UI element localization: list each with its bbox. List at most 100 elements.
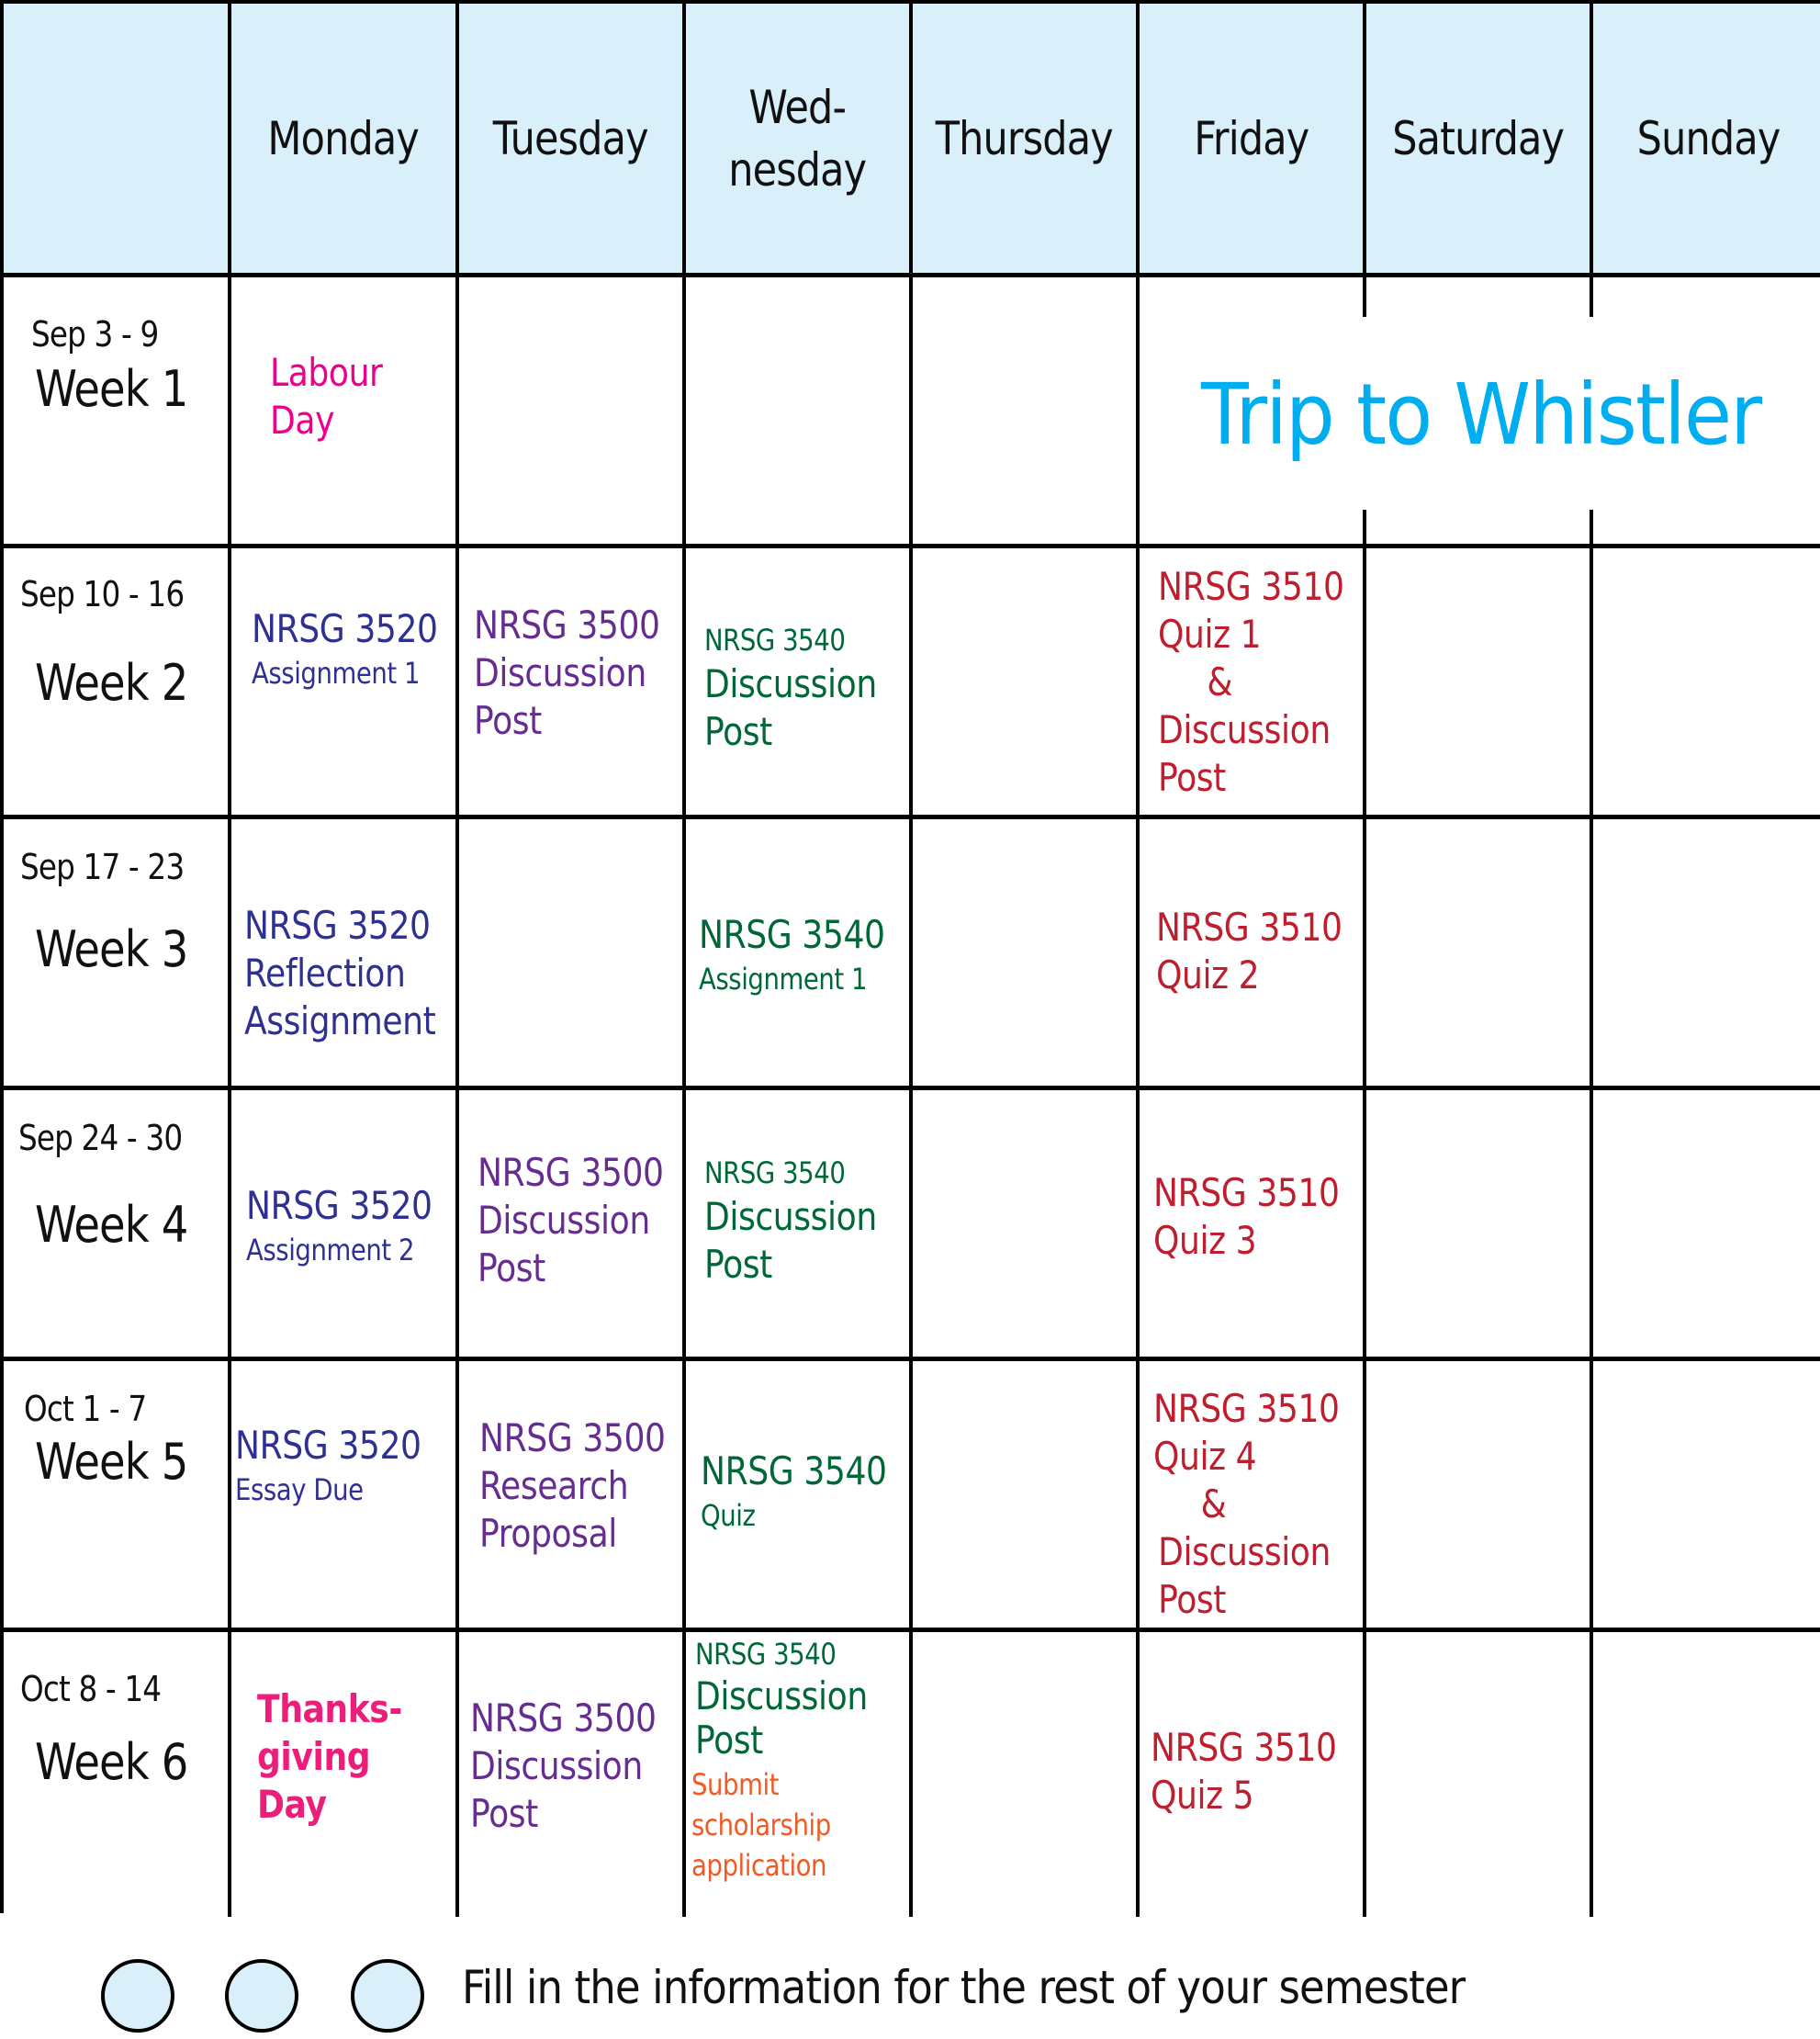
day-cell-saturday[interactable]: [1366, 1632, 1593, 1917]
day-cell-wednesday[interactable]: NRSG 3540 Discussion Post: [686, 548, 913, 819]
instruction-text: Fill in the information for the rest of …: [462, 1961, 1466, 2014]
day-cell-thursday[interactable]: [913, 1632, 1140, 1917]
day-cell-friday[interactable]: NRSG 3510 Quiz 5: [1140, 1632, 1366, 1917]
day-cell-monday[interactable]: NRSG 3520 Reflection Assignment: [231, 819, 459, 1090]
header-thursday: Thursday: [913, 4, 1140, 277]
day-label: Monday: [267, 111, 420, 165]
day-cell-saturday[interactable]: [1366, 819, 1593, 1090]
day-cell-monday[interactable]: Thanks- giving Day: [231, 1632, 459, 1917]
day-cell-wednesday[interactable]: NRSG 3540 Discussion Post Submit scholar…: [686, 1632, 913, 1917]
day-cell-tuesday[interactable]: NRSG 3500 Research Proposal: [459, 1361, 686, 1632]
course-entry-nrsg-3540: NRSG 3540 Quiz: [701, 1448, 887, 1533]
course-entry-nrsg-3540: NRSG 3540 Discussion Post: [704, 623, 877, 754]
week-dates: Sep 24 - 30: [18, 1118, 183, 1158]
week-name: Week 6: [35, 1733, 188, 1791]
footer: Fill in the information for the rest of …: [0, 1913, 1820, 2039]
header-sunday: Sunday: [1593, 4, 1820, 277]
scholarship-entry: Submit scholarship application: [691, 1767, 831, 1883]
day-cell-monday[interactable]: NRSG 3520 Essay Due: [231, 1361, 459, 1632]
day-cell-saturday[interactable]: [1366, 1361, 1593, 1632]
day-label: Wed- nesday: [728, 80, 867, 197]
course-entry-nrsg-3540: NRSG 3540 Discussion Post: [695, 1637, 868, 1763]
course-entry-nrsg-3540: NRSG 3540 Assignment 1: [699, 912, 885, 997]
day-cell-friday[interactable]: NRSG 3510 Quiz 4 & Discussion Post: [1140, 1361, 1366, 1632]
day-cell-sunday[interactable]: [1593, 819, 1820, 1090]
day-label: Friday: [1193, 111, 1309, 165]
day-cell-monday[interactable]: NRSG 3520 Assignment 1: [231, 548, 459, 819]
course-entry-nrsg-3510: NRSG 3510 Quiz 2: [1156, 905, 1343, 997]
trip-to-whistler-event: Trip to Whistler: [1201, 366, 1762, 464]
day-cell-wednesday[interactable]: NRSG 3540 Assignment 1: [686, 819, 913, 1090]
week-label-cell: Sep 24 - 30 Week 4: [4, 1090, 231, 1361]
header-saturday: Saturday: [1366, 4, 1593, 277]
legend-circle-icon: [101, 1959, 174, 2033]
week-dates: Sep 10 - 16: [20, 574, 185, 614]
week-name: Week 4: [35, 1196, 188, 1254]
day-cell-sunday[interactable]: [1593, 1090, 1820, 1361]
course-entry-nrsg-3520: NRSG 3520 Assignment 1: [252, 606, 438, 691]
day-label: Tuesday: [493, 111, 649, 165]
header-monday: Monday: [231, 4, 459, 277]
header-wednesday: Wed- nesday: [686, 4, 913, 277]
day-cell-tuesday[interactable]: NRSG 3500 Discussion Post: [459, 1632, 686, 1917]
header-corner: [4, 4, 231, 277]
week-name: Week 3: [35, 920, 188, 978]
day-cell-sunday[interactable]: [1593, 1361, 1820, 1632]
week-label-cell: Sep 3 - 9 Week 1: [4, 277, 231, 548]
week-name: Week 5: [35, 1433, 188, 1491]
course-entry-nrsg-3510: NRSG 3510 Quiz 1 & Discussion Post: [1158, 564, 1344, 800]
day-cell-tuesday[interactable]: NRSG 3500 Discussion Post: [459, 1090, 686, 1361]
day-cell-monday[interactable]: NRSG 3520 Assignment 2: [231, 1090, 459, 1361]
day-cell-tuesday[interactable]: [459, 277, 686, 548]
course-entry-nrsg-3500: NRSG 3500 Discussion Post: [470, 1695, 657, 1836]
semester-calendar: Monday Tuesday Wed- nesday Thursday Frid…: [0, 0, 1820, 1917]
day-cell-friday[interactable]: NRSG 3510 Quiz 3: [1140, 1090, 1366, 1361]
day-cell-thursday[interactable]: [913, 1090, 1140, 1361]
header-friday: Friday: [1140, 4, 1366, 277]
day-label: Sunday: [1636, 111, 1781, 165]
week-label-cell: Oct 8 - 14 Week 6: [4, 1632, 231, 1917]
day-cell-sunday[interactable]: [1593, 548, 1820, 819]
week-name: Week 2: [35, 654, 188, 712]
day-cell-monday[interactable]: Labour Day: [231, 277, 459, 548]
course-entry-nrsg-3510: NRSG 3510 Quiz 3: [1153, 1170, 1340, 1263]
day-cell-friday[interactable]: NRSG 3510 Quiz 1 & Discussion Post: [1140, 548, 1366, 819]
day-label: Thursday: [935, 111, 1114, 165]
week-label-cell: Sep 17 - 23 Week 3: [4, 819, 231, 1090]
day-label: Saturday: [1392, 111, 1565, 165]
course-entry-nrsg-3510: NRSG 3510 Quiz 4 & Discussion Post: [1153, 1386, 1340, 1622]
week-label-cell: Sep 10 - 16 Week 2: [4, 548, 231, 819]
day-cell-thursday[interactable]: [913, 548, 1140, 819]
week-name: Week 1: [35, 360, 188, 418]
week-dates: Sep 3 - 9: [31, 314, 159, 355]
day-cell-sunday[interactable]: [1593, 1632, 1820, 1917]
course-entry-nrsg-3520: NRSG 3520 Assignment 2: [246, 1183, 433, 1267]
legend-circle-icon: [351, 1959, 424, 2033]
day-cell-thursday[interactable]: [913, 819, 1140, 1090]
day-cell-wednesday[interactable]: [686, 277, 913, 548]
course-entry-nrsg-3500: NRSG 3500 Discussion Post: [474, 603, 660, 743]
week-dates: Oct 8 - 14: [20, 1669, 162, 1709]
header-tuesday: Tuesday: [459, 4, 686, 277]
day-cell-friday[interactable]: NRSG 3510 Quiz 2: [1140, 819, 1366, 1090]
course-entry-nrsg-3540: NRSG 3540 Discussion Post: [704, 1155, 877, 1287]
legend-circle-icon: [225, 1959, 298, 2033]
course-entry-nrsg-3520: NRSG 3520 Essay Due: [235, 1423, 421, 1507]
day-cell-saturday[interactable]: [1366, 1090, 1593, 1361]
course-entry-nrsg-3500: NRSG 3500 Research Proposal: [479, 1415, 666, 1556]
course-entry-nrsg-3520: NRSG 3520 Reflection Assignment: [244, 903, 436, 1043]
day-cell-wednesday[interactable]: NRSG 3540 Discussion Post: [686, 1090, 913, 1361]
day-cell-thursday[interactable]: [913, 277, 1140, 548]
day-cell-wednesday[interactable]: NRSG 3540 Quiz: [686, 1361, 913, 1632]
day-cell-tuesday[interactable]: [459, 819, 686, 1090]
course-entry-nrsg-3510: NRSG 3510 Quiz 5: [1151, 1725, 1337, 1818]
course-entry-nrsg-3500: NRSG 3500 Discussion Post: [477, 1150, 664, 1290]
holiday-entry: Labour Day: [270, 350, 383, 443]
week-label-cell: Oct 1 - 7 Week 5: [4, 1361, 231, 1632]
holiday-entry: Thanks- giving Day: [257, 1686, 402, 1827]
day-cell-tuesday[interactable]: NRSG 3500 Discussion Post: [459, 548, 686, 819]
week-dates: Sep 17 - 23: [20, 847, 185, 887]
day-cell-saturday[interactable]: [1366, 548, 1593, 819]
week-dates: Oct 1 - 7: [24, 1389, 147, 1429]
day-cell-thursday[interactable]: [913, 1361, 1140, 1632]
